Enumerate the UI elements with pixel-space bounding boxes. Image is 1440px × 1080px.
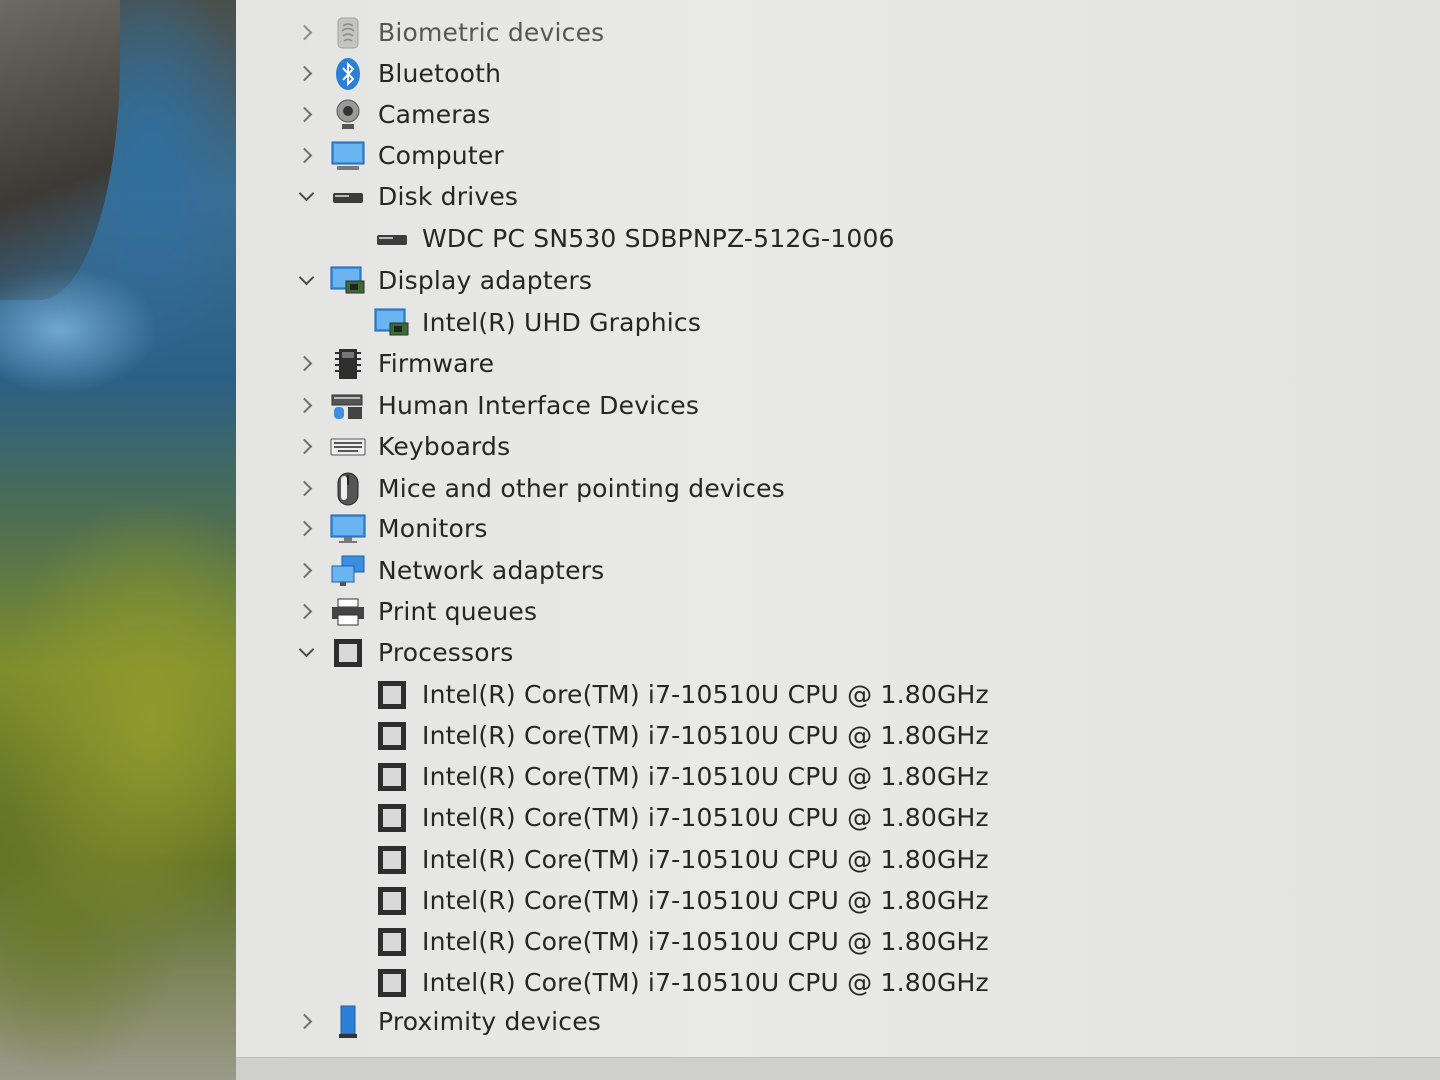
tree-item-label: Cameras	[378, 100, 491, 129]
device-label: Intel(R) Core(TM) i7-10510U CPU @ 1.80GH…	[422, 680, 989, 709]
device-label: Intel(R) UHD Graphics	[422, 308, 702, 337]
tree-item-cameras[interactable]: Cameras	[294, 94, 491, 135]
tree-item-bluetooth[interactable]: Bluetooth	[294, 53, 501, 94]
device-label: Intel(R) Core(TM) i7-10510U CPU @ 1.80GH…	[422, 927, 989, 956]
device-label: Intel(R) Core(TM) i7-10510U CPU @ 1.80GH…	[422, 803, 989, 832]
processor-icon	[374, 842, 410, 878]
chevron-down-icon[interactable]	[294, 641, 318, 665]
tree-item-label: Processors	[378, 638, 514, 667]
processor-icon	[374, 883, 410, 919]
tree-item-processors[interactable]: Processors	[294, 632, 513, 673]
fingerprint-icon	[330, 15, 366, 51]
display-adapter-icon	[374, 305, 410, 341]
chevron-right-icon[interactable]	[294, 144, 318, 168]
keyboard-icon	[330, 429, 366, 465]
device-label: Intel(R) Core(TM) i7-10510U CPU @ 1.80GH…	[422, 845, 989, 874]
chevron-right-icon[interactable]	[294, 435, 318, 459]
tree-item-processor-device[interactable]: Intel(R) Core(TM) i7-10510U CPU @ 1.80GH…	[374, 921, 989, 962]
chevron-right-icon[interactable]	[294, 477, 318, 501]
disk-drive-icon	[374, 221, 410, 257]
chevron-right-icon[interactable]	[294, 21, 318, 45]
bluetooth-icon	[330, 56, 366, 92]
device-label: Intel(R) Core(TM) i7-10510U CPU @ 1.80GH…	[422, 762, 989, 791]
firmware-icon	[330, 346, 366, 382]
processor-icon	[374, 718, 410, 754]
tree-item-proximity-devices[interactable]: Proximity devices	[294, 1001, 601, 1042]
chevron-right-icon[interactable]	[294, 352, 318, 376]
mouse-icon	[330, 471, 366, 507]
chevron-right-icon[interactable]	[294, 1010, 318, 1034]
tree-item-label: Biometric devices	[378, 18, 605, 47]
chevron-right-icon[interactable]	[294, 600, 318, 624]
processor-icon	[374, 677, 410, 713]
processor-icon	[374, 759, 410, 795]
chevron-right-icon[interactable]	[294, 62, 318, 86]
tree-item-label: Computer	[378, 141, 504, 170]
tree-item-human-interface-devices[interactable]: Human Interface Devices	[294, 385, 699, 426]
desktop-wallpaper	[0, 0, 236, 1080]
tree-item-label: Firmware	[378, 349, 495, 378]
tree-item-processor-device[interactable]: Intel(R) Core(TM) i7-10510U CPU @ 1.80GH…	[374, 756, 989, 797]
tree-item-label: Proximity devices	[378, 1007, 602, 1036]
processor-icon	[374, 924, 410, 960]
proximity-device-icon	[330, 1004, 366, 1040]
device-manager-tree: Biometric devices Bluetooth Cameras Comp…	[236, 0, 1440, 1080]
tree-item-mice[interactable]: Mice and other pointing devices	[294, 468, 785, 509]
tree-item-label: Human Interface Devices	[378, 391, 700, 420]
processor-icon	[374, 800, 410, 836]
tree-item-label: Disk drives	[378, 182, 519, 211]
tree-item-network-adapters[interactable]: Network adapters	[294, 550, 604, 591]
tree-item-keyboards[interactable]: Keyboards	[294, 426, 510, 467]
tree-item-disk-drives[interactable]: Disk drives	[294, 176, 518, 217]
processor-icon	[374, 965, 410, 1001]
tree-item-processor-device[interactable]: Intel(R) Core(TM) i7-10510U CPU @ 1.80GH…	[374, 797, 989, 838]
tree-item-print-queues[interactable]: Print queues	[294, 591, 537, 632]
tree-item-label: Keyboards	[378, 432, 511, 461]
chevron-right-icon[interactable]	[294, 517, 318, 541]
chevron-down-icon[interactable]	[294, 269, 318, 293]
tree-item-label: Display adapters	[378, 266, 593, 295]
tree-item-display-adapter-device[interactable]: Intel(R) UHD Graphics	[374, 302, 701, 343]
device-label: WDC PC SN530 SDBPNPZ-512G-1006	[422, 224, 895, 253]
chevron-right-icon[interactable]	[294, 103, 318, 127]
monitor-icon	[330, 511, 366, 547]
tree-item-label: Bluetooth	[378, 59, 502, 88]
device-label: Intel(R) Core(TM) i7-10510U CPU @ 1.80GH…	[422, 721, 989, 750]
tree-item-processor-device[interactable]: Intel(R) Core(TM) i7-10510U CPU @ 1.80GH…	[374, 715, 989, 756]
tree-item-firmware[interactable]: Firmware	[294, 343, 494, 384]
network-adapter-icon	[330, 553, 366, 589]
tree-item-label: Monitors	[378, 514, 488, 543]
chevron-right-icon[interactable]	[294, 394, 318, 418]
processor-icon	[330, 635, 366, 671]
device-label: Intel(R) Core(TM) i7-10510U CPU @ 1.80GH…	[422, 886, 989, 915]
disk-drive-icon	[330, 179, 366, 215]
tree-item-disk-drive-device[interactable]: WDC PC SN530 SDBPNPZ-512G-1006	[374, 218, 895, 259]
window-bottom-edge	[236, 1057, 1440, 1080]
tree-item-processor-device[interactable]: Intel(R) Core(TM) i7-10510U CPU @ 1.80GH…	[374, 880, 989, 921]
tree-item-label: Print queues	[378, 597, 538, 626]
tree-item-monitors[interactable]: Monitors	[294, 508, 488, 549]
tree-item-label: Mice and other pointing devices	[378, 474, 785, 503]
tree-item-computer[interactable]: Computer	[294, 135, 504, 176]
display-adapter-icon	[330, 263, 366, 299]
printer-icon	[330, 594, 366, 630]
computer-icon	[330, 138, 366, 174]
chevron-right-icon[interactable]	[294, 559, 318, 583]
tree-item-processor-device[interactable]: Intel(R) Core(TM) i7-10510U CPU @ 1.80GH…	[374, 674, 989, 715]
wallpaper-cliff	[0, 0, 120, 300]
tree-item-processor-device[interactable]: Intel(R) Core(TM) i7-10510U CPU @ 1.80GH…	[374, 962, 989, 1003]
device-label: Intel(R) Core(TM) i7-10510U CPU @ 1.80GH…	[422, 968, 989, 997]
tree-item-biometric-devices[interactable]: Biometric devices	[294, 12, 604, 53]
tree-item-display-adapters[interactable]: Display adapters	[294, 260, 592, 301]
tree-item-processor-device[interactable]: Intel(R) Core(TM) i7-10510U CPU @ 1.80GH…	[374, 839, 989, 880]
chevron-down-icon[interactable]	[294, 185, 318, 209]
camera-icon	[330, 97, 366, 133]
hid-icon	[330, 388, 366, 424]
tree-item-label: Network adapters	[378, 556, 605, 585]
